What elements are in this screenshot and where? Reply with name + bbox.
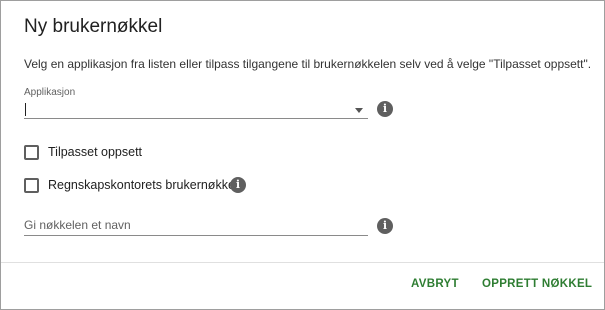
application-label: Applikasjon — [24, 87, 76, 98]
application-info-icon[interactable]: i — [377, 101, 393, 117]
custom-setup-label: Tilpasset oppsett — [48, 145, 143, 159]
accounting-office-key-checkbox[interactable] — [24, 177, 39, 193]
accounting-office-info-icon[interactable]: i — [230, 177, 246, 193]
accounting-office-key-label: Regnskapskontorets brukernøkkel — [48, 178, 238, 192]
actions-divider — [1, 262, 604, 263]
application-select[interactable]: Applikasjon — [24, 87, 368, 119]
application-underline — [24, 118, 368, 119]
dropdown-arrow-icon[interactable] — [355, 108, 363, 113]
dialog-title: Ny brukernøkkel — [24, 16, 163, 37]
custom-setup-checkbox[interactable] — [24, 144, 39, 160]
dialog-description: Velg en applikasjon fra listen eller til… — [24, 57, 592, 71]
create-key-button[interactable]: OPPRETT NØKKEL — [482, 278, 592, 290]
key-name-input[interactable] — [24, 215, 368, 235]
cancel-button[interactable]: AVBRYT — [411, 278, 459, 290]
accounting-office-key-checkbox-row[interactable]: Regnskapskontorets brukernøkkel — [24, 177, 238, 193]
new-user-key-dialog: Ny brukernøkkel Velg en applikasjon fra … — [0, 0, 605, 310]
custom-setup-checkbox-row[interactable]: Tilpasset oppsett — [24, 144, 142, 160]
text-cursor — [25, 103, 26, 116]
key-name-field[interactable] — [24, 215, 368, 236]
key-name-info-icon[interactable]: i — [377, 218, 393, 234]
key-name-underline — [24, 235, 368, 236]
